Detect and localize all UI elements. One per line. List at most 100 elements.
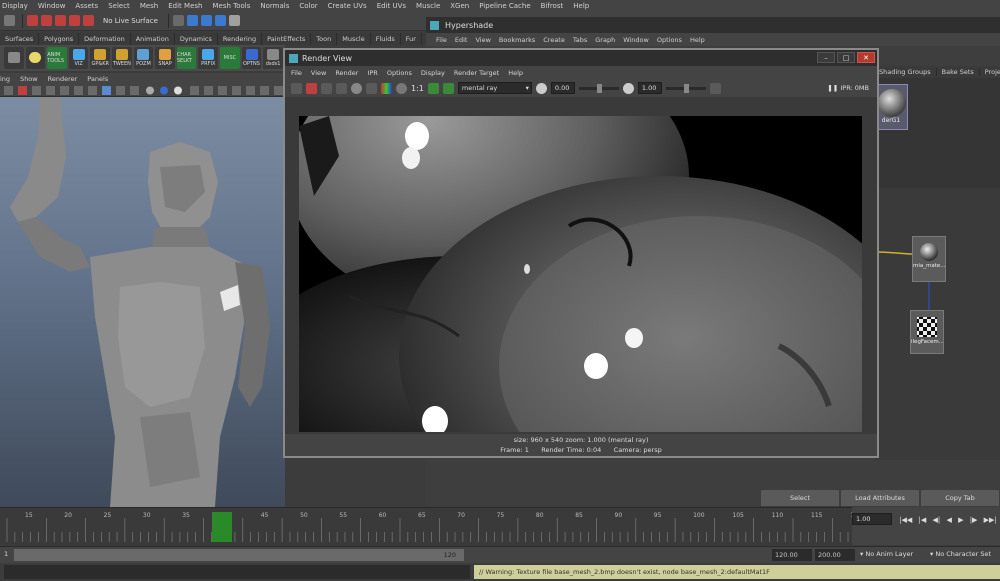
- menu-assets[interactable]: Assets: [75, 2, 98, 10]
- shelf-tab-fur[interactable]: Fur: [401, 33, 422, 45]
- shelf-pozm-button[interactable]: POZM: [133, 47, 154, 69]
- anim-layer-dropdown[interactable]: ▾ No Anim Layer: [860, 550, 913, 558]
- rendered-image[interactable]: [299, 116, 862, 432]
- hypershade-menu-file[interactable]: File: [436, 36, 447, 44]
- hypershade-menu-tabs[interactable]: Tabs: [573, 36, 587, 44]
- shelf-misc-button[interactable]: MISC: [220, 47, 240, 69]
- copy-tab-button[interactable]: Copy Tab: [921, 490, 999, 506]
- snap-grid-icon[interactable]: [27, 15, 38, 26]
- viewport-menu-renderer[interactable]: Renderer: [48, 75, 78, 83]
- shelf-tab-surfaces[interactable]: Surfaces: [0, 33, 40, 45]
- shelf-anim-tools-button[interactable]: ANIM TOOLS: [47, 47, 67, 69]
- menu-window[interactable]: Window: [38, 2, 66, 10]
- rv-menu-options[interactable]: Options: [387, 69, 412, 77]
- keep-image-icon[interactable]: [366, 82, 377, 94]
- shelf-tab-animation[interactable]: Animation: [131, 33, 175, 45]
- shelf-tween-button[interactable]: TWEEN: [112, 47, 132, 69]
- shelf-snap-button[interactable]: SNAP: [155, 47, 175, 69]
- hypershade-menu-edit[interactable]: Edit: [455, 36, 468, 44]
- live-surface-label[interactable]: No Live Surface: [103, 17, 158, 25]
- snap-point-icon[interactable]: [55, 15, 66, 26]
- menu-pipeline-cache[interactable]: Pipeline Cache: [479, 2, 530, 10]
- zoom-in-icon[interactable]: [427, 82, 439, 94]
- hypershade-menu-graph[interactable]: Graph: [595, 36, 615, 44]
- rv-menu-render[interactable]: Render: [335, 69, 358, 77]
- shelf-tab-rendering[interactable]: Rendering: [218, 33, 263, 45]
- alpha-channel-icon[interactable]: [396, 82, 407, 94]
- menu-set-icon[interactable]: [4, 15, 15, 26]
- file-texture-node[interactable]: ilegFacem...: [910, 310, 944, 354]
- snap-view-plane-icon[interactable]: [69, 15, 80, 26]
- gamma-field[interactable]: 1.00: [637, 82, 662, 94]
- menu-edit-mesh[interactable]: Edit Mesh: [168, 2, 202, 10]
- rv-menu-ipr[interactable]: IPR: [367, 69, 377, 77]
- rv-menu-display[interactable]: Display: [421, 69, 445, 77]
- render-settings-icon[interactable]: [214, 15, 226, 26]
- redo-render-icon[interactable]: [291, 82, 302, 94]
- snap-curve-icon[interactable]: [41, 15, 52, 26]
- rv-menu-view[interactable]: View: [311, 69, 326, 77]
- hypershade-icon[interactable]: [228, 15, 240, 26]
- shelf-gear-button[interactable]: [4, 47, 24, 69]
- shelf-tab-dynamics[interactable]: Dynamics: [175, 33, 218, 45]
- mia-material-node[interactable]: mia_mate...: [912, 236, 946, 282]
- viewport-menu-panels[interactable]: Panels: [87, 75, 108, 83]
- shading-group-swatch[interactable]: derG1: [874, 84, 908, 130]
- tab-projects[interactable]: Projects: [980, 68, 1000, 76]
- step-back-key-icon[interactable]: |◀: [918, 516, 926, 524]
- time-slider[interactable]: 1520253035404550556065707580859095100105…: [0, 507, 865, 545]
- menu-xgen[interactable]: XGen: [450, 2, 469, 10]
- exposure-slider[interactable]: [578, 83, 619, 93]
- construction-history-icon[interactable]: [172, 15, 184, 26]
- step-back-icon[interactable]: ◀|: [932, 516, 940, 524]
- viewport-menu-shading[interactable]: ing: [0, 75, 10, 83]
- menu-bifrost[interactable]: Bifrost: [541, 2, 564, 10]
- shelf-char-selkt-button[interactable]: CHAR SELKT: [176, 47, 197, 69]
- shelf-gpkr-button[interactable]: GP&KR: [90, 47, 111, 69]
- go-to-end-icon[interactable]: ▶▶|: [984, 516, 997, 524]
- range-max-field[interactable]: 200.00: [815, 549, 855, 561]
- play-forwards-icon[interactable]: ▶: [958, 516, 963, 524]
- hypershade-menu-view[interactable]: View: [475, 36, 490, 44]
- go-to-start-icon[interactable]: |◀◀: [899, 516, 912, 524]
- snap-live-icon[interactable]: [83, 15, 94, 26]
- mel-input[interactable]: [4, 565, 470, 579]
- menu-help[interactable]: Help: [573, 2, 589, 10]
- menu-create-uvs[interactable]: Create UVs: [328, 2, 367, 10]
- tab-shading-groups[interactable]: Shading Groups: [874, 68, 937, 76]
- menu-normals[interactable]: Normals: [260, 2, 289, 10]
- menu-edit-uvs[interactable]: Edit UVs: [377, 2, 406, 10]
- hypershade-menu-create[interactable]: Create: [543, 36, 565, 44]
- viewport-menu-show[interactable]: Show: [20, 75, 38, 83]
- rv-menu-help[interactable]: Help: [508, 69, 523, 77]
- gamma-slider[interactable]: [665, 83, 706, 93]
- viewport-toolbar-icons[interactable]: [0, 84, 285, 97]
- shelf-dsds1-button[interactable]: dsds1: [263, 47, 283, 69]
- rv-menu-render-target[interactable]: Render Target: [454, 69, 499, 77]
- shelf-tab-muscle[interactable]: Muscle: [337, 33, 371, 45]
- hypershade-node-graph[interactable]: mia_mate... ilegFacem...: [873, 188, 1000, 460]
- shelf-prfix-button[interactable]: PRFIX: [198, 47, 219, 69]
- shelf-optns-button[interactable]: OPTNS: [241, 47, 262, 69]
- rv-menu-file[interactable]: File: [291, 69, 302, 77]
- render-region-icon[interactable]: [306, 82, 317, 94]
- zoom-out-icon[interactable]: [442, 82, 454, 94]
- play-backwards-icon[interactable]: ◀: [946, 516, 951, 524]
- ipr-render-icon[interactable]: [200, 15, 212, 26]
- current-frame-field[interactable]: 1.00: [852, 513, 892, 525]
- close-button[interactable]: ✕: [857, 52, 875, 63]
- rgb-channels-icon[interactable]: [381, 82, 392, 94]
- menu-color[interactable]: Color: [299, 2, 317, 10]
- maximize-button[interactable]: □: [837, 52, 855, 63]
- load-attributes-button[interactable]: Load Attributes: [841, 490, 919, 506]
- hypershade-menu-window[interactable]: Window: [623, 36, 649, 44]
- display-settings-icon[interactable]: [709, 82, 721, 94]
- menu-select[interactable]: Select: [108, 2, 130, 10]
- hypershade-menu-options[interactable]: Options: [657, 36, 682, 44]
- hypershade-titlebar[interactable]: Hypershade: [426, 17, 1000, 33]
- range-start[interactable]: 1: [4, 550, 8, 558]
- shelf-bulb-button[interactable]: [25, 47, 46, 69]
- shelf-tab-polygons[interactable]: Polygons: [39, 33, 80, 45]
- snapshot-icon[interactable]: [321, 82, 332, 94]
- range-end-field[interactable]: 120.00: [772, 549, 812, 561]
